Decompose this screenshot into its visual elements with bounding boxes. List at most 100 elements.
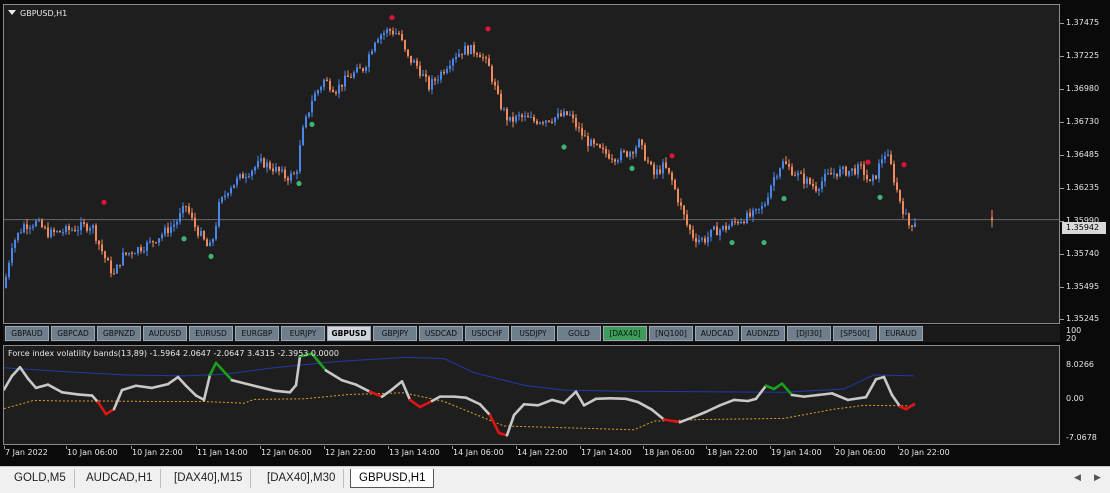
candle-body [119, 264, 121, 266]
symbol-button[interactable]: AUDCAD [695, 326, 739, 341]
candle-body [245, 177, 247, 179]
candle-body [173, 224, 175, 227]
force-index-segment [594, 396, 612, 401]
candle-body [293, 173, 295, 175]
candle-body [443, 71, 445, 74]
force-index-segment [202, 373, 212, 402]
candle-body [47, 227, 49, 238]
force-index-segment [830, 392, 850, 402]
chart-symbol-title[interactable]: GBPUSD,H1 [8, 9, 67, 18]
candle-body [875, 175, 877, 179]
force-index-segment-below-band [418, 399, 434, 409]
candle-body [452, 59, 454, 66]
symbol-button[interactable]: EURAUD [879, 326, 923, 341]
candle-body [626, 151, 628, 157]
candle-body [341, 84, 343, 87]
chart-tab[interactable]: [DAX40],M30 [259, 469, 345, 488]
force-index-segment-below-band [408, 398, 422, 409]
tabs-scroll-left-icon[interactable]: ◀ [1074, 473, 1081, 483]
candle-body [98, 240, 100, 245]
price-axis-label: 1.35740 [1066, 249, 1100, 258]
force-index-segment [230, 378, 256, 388]
indicator-axis[interactable]: 100 20 8.0266 0.00 -7.0678 [1060, 326, 1110, 450]
symbol-button[interactable]: AUDNZD [741, 326, 785, 341]
candle-body [350, 76, 352, 78]
candle-body [767, 197, 769, 205]
symbol-button[interactable]: [SP500] [833, 326, 877, 341]
symbol-button[interactable]: GBPCAD [51, 326, 95, 341]
symbol-button-highlighted[interactable]: [DAX40] [603, 326, 647, 341]
candle-body [764, 204, 766, 207]
candle-body [614, 159, 616, 162]
candle-body [155, 242, 157, 244]
indicator-window[interactable]: Force index volatility bands(13,89) -1.5… [3, 345, 1060, 445]
candle-body [458, 53, 460, 57]
candle-body [368, 54, 370, 68]
candle-body [911, 225, 913, 227]
candle-body [881, 159, 883, 164]
time-axis-label: 20 Jan 06:00 [835, 448, 886, 457]
candle-body [395, 33, 397, 35]
candle-body [167, 227, 169, 233]
symbol-button[interactable]: EURGBP [235, 326, 279, 341]
price-axis-label: 1.35245 [1066, 314, 1100, 323]
candle-body [905, 213, 907, 215]
candle-body [815, 186, 817, 191]
candle-body [527, 115, 529, 118]
tabs-scroll-right-icon[interactable]: ▶ [1094, 473, 1101, 483]
symbol-button-active[interactable]: GBPUSD [327, 326, 371, 341]
chart-tab-active[interactable]: GBPUSD,H1 [350, 469, 435, 488]
symbol-button[interactable]: [DJI30] [787, 326, 831, 341]
chart-tab[interactable]: GOLD,M5 [6, 469, 75, 488]
symbol-button[interactable]: USDCHF [465, 326, 509, 341]
symbol-button[interactable]: GBPJPY [373, 326, 417, 341]
price-axis[interactable]: 1.37475 1.37225 1.36980 1.36730 1.36485 … [1060, 4, 1110, 324]
candle-body [449, 65, 451, 69]
price-chart[interactable]: GBPUSD,H1 [3, 4, 1060, 324]
candlestick-plot[interactable] [4, 5, 1059, 323]
force-index-segment [324, 369, 344, 382]
candle-body [224, 195, 226, 198]
candle-body [991, 217, 993, 221]
indicator-title: Force index volatility bands(13,89) -1.5… [8, 349, 339, 358]
chart-tab[interactable]: [DAX40],M15 [166, 469, 252, 488]
force-index-plot[interactable] [4, 346, 1059, 444]
force-index-segment-above-band [208, 361, 218, 377]
candle-body [143, 250, 145, 252]
force-index-segment [464, 396, 482, 406]
chart-tab[interactable]: AUDCAD,H1 [78, 469, 162, 488]
symbol-button[interactable]: AUDUSD [143, 326, 187, 341]
force-index-segment [252, 384, 276, 392]
candle-body [275, 166, 277, 172]
candle-body [731, 221, 733, 226]
symbol-button[interactable]: [NQ100] [649, 326, 693, 341]
symbol-button[interactable]: USDJPY [511, 326, 555, 341]
symbol-button[interactable]: GBPNZD [97, 326, 141, 341]
symbol-button[interactable]: EURJPY [281, 326, 325, 341]
symbol-button[interactable]: USDCAD [419, 326, 463, 341]
time-axis[interactable]: 7 Jan 2022 10 Jan 06:00 10 Jan 22:00 11 … [3, 446, 1060, 462]
candle-body [461, 53, 463, 55]
time-axis-label: 7 Jan 2022 [5, 448, 48, 457]
force-index-segment [574, 390, 586, 407]
candle-body [359, 67, 361, 69]
symbol-button[interactable]: GBPAUD [5, 326, 49, 341]
candle-body [32, 226, 34, 228]
candle-body [323, 79, 325, 88]
force-index-segment-below-band [904, 402, 916, 411]
candle-body [554, 117, 556, 123]
force-index-segment [76, 393, 94, 397]
candle-body [470, 44, 472, 55]
candle-body [608, 153, 610, 159]
symbol-button[interactable]: GOLD [557, 326, 601, 341]
candle-body [824, 173, 826, 182]
candle-body [545, 120, 547, 123]
time-axis-label: 17 Jan 14:00 [581, 448, 632, 457]
buy-signal-dot [296, 180, 302, 187]
candle-body [536, 120, 538, 124]
symbol-dropdown-icon[interactable] [8, 10, 16, 15]
price-axis-label: 1.37225 [1066, 51, 1100, 60]
price-axis-label: 1.36485 [1066, 150, 1100, 159]
candle-body [752, 210, 754, 217]
symbol-button[interactable]: EURUSD [189, 326, 233, 341]
